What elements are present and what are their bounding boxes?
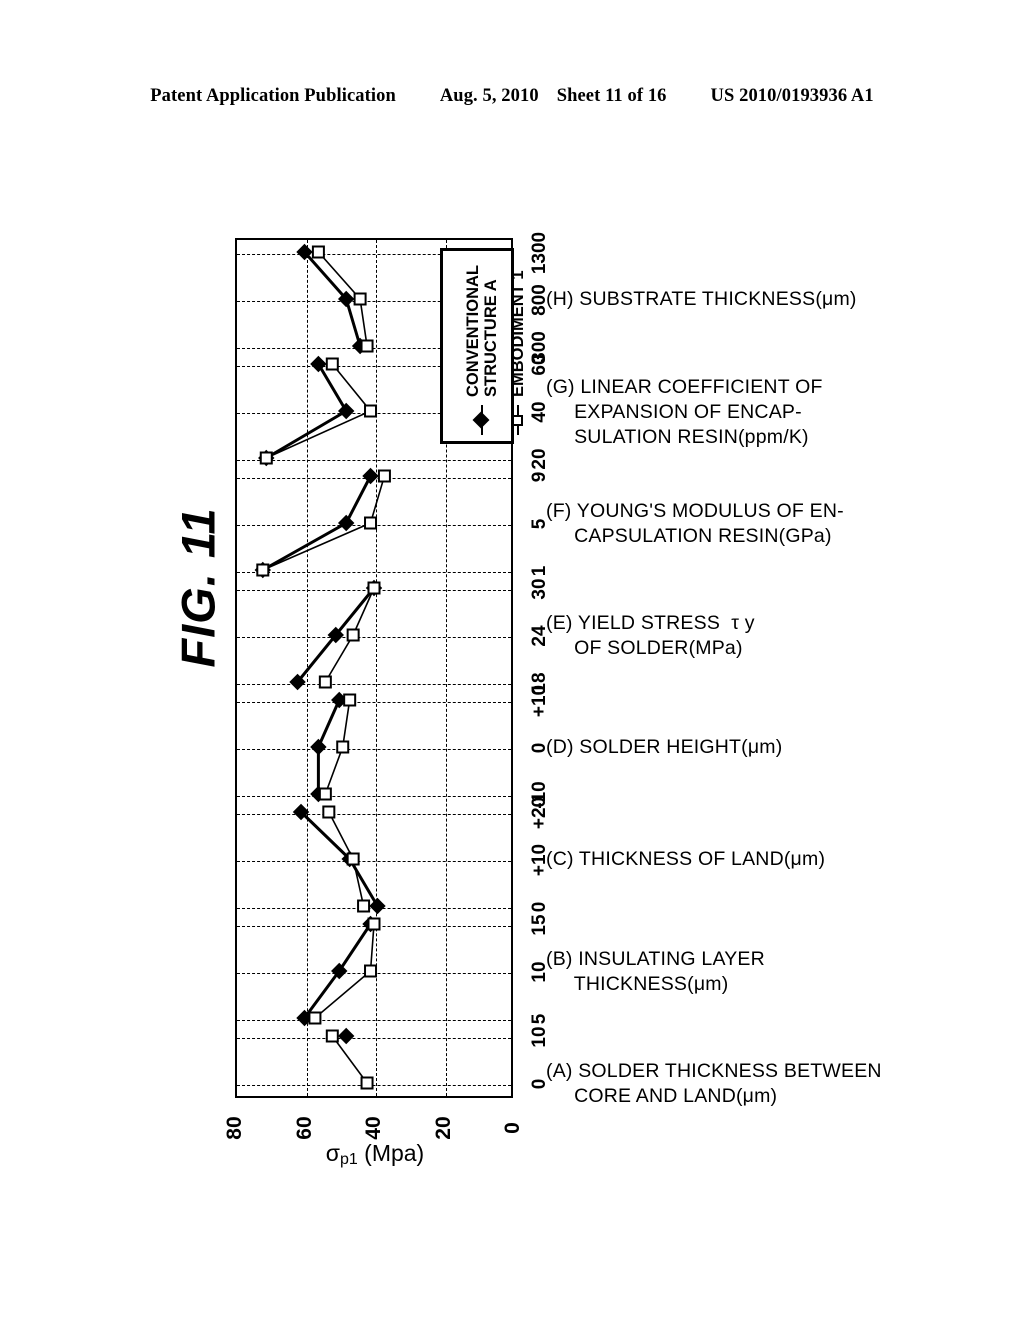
category-gridline (237, 637, 511, 638)
value-axis-label: σp1 (Mpa) (230, 1140, 520, 1169)
category-gridline (237, 702, 511, 703)
legend-entry-embodiment: EMBODIMENT 1 (501, 241, 535, 437)
chart-legend: CONVENTIONAL STRUCTURE A EMBODIMENT 1 (440, 248, 527, 444)
caption-line: EXPANSION OF ENCAP- (546, 401, 802, 423)
group-caption-b: (B) INSULATING LAYER THICKNESS(μm) (546, 947, 765, 997)
category-gridline (237, 1020, 511, 1021)
caption-line: CAPSULATION RESIN(GPa) (546, 525, 832, 547)
caption-line: (A) SOLDER THICKNESS BETWEEN (546, 1060, 882, 1082)
caption-line: CORE AND LAND(μm) (546, 1085, 778, 1107)
group-caption-a: (A) SOLDER THICKNESS BETWEEN CORE AND LA… (546, 1059, 882, 1109)
category-tick-e: 18 (529, 672, 550, 694)
category-gridline (237, 926, 511, 927)
sigma-symbol: σ (325, 1140, 340, 1166)
caption-line: OF SOLDER(MPa) (546, 637, 743, 659)
caption-line: (D) SOLDER HEIGHT(μm) (546, 736, 783, 758)
category-tick-f: 1 (529, 565, 550, 577)
category-gridline (237, 478, 511, 479)
group-caption-e: (E) YIELD STRESS τ y OF SOLDER(MPa) (546, 611, 755, 661)
group-caption-f: (F) YOUNG'S MODULUS OF EN- CAPSULATION R… (546, 499, 844, 549)
category-gridline (237, 572, 511, 573)
caption-line: (B) INSULATING LAYER (546, 948, 765, 970)
group-caption-d: (D) SOLDER HEIGHT(μm) (546, 735, 782, 760)
value-gridline (376, 240, 377, 1096)
caption-line: SULATION RESIN(ppm/K) (546, 426, 809, 448)
caption-line: (G) LINEAR COEFFICIENT OF (546, 376, 823, 398)
category-gridline (237, 908, 511, 909)
caption-line: (E) YIELD STRESS τ y (546, 612, 755, 634)
category-gridline (237, 1085, 511, 1086)
category-tick-c: 0 (529, 901, 550, 913)
sigma-subscript: p1 (339, 1151, 358, 1168)
group-caption-g: (G) LINEAR COEFFICIENT OF EXPANSION OF E… (546, 375, 823, 450)
category-gridline (237, 590, 511, 591)
category-gridline (237, 684, 511, 685)
group-caption-h: (H) SUBSTRATE THICKNESS(μm) (546, 287, 857, 312)
header-sheet: Sheet 11 of 16 (556, 86, 667, 106)
group-caption-c: (C) THICKNESS OF LAND(μm) (546, 847, 825, 872)
header-publication: Patent Application Publication (150, 86, 396, 106)
category-gridline (237, 796, 511, 797)
caption-line: (C) THICKNESS OF LAND(μm) (546, 848, 826, 870)
legend-label-conventional: CONVENTIONAL STRUCTURE A (464, 265, 500, 397)
category-tick-b: 5 (529, 1013, 550, 1025)
category-tick-d: -10 (529, 781, 550, 809)
header-date: Aug. 5, 2010 (439, 86, 539, 106)
caption-line: (F) YOUNG'S MODULUS OF EN- (546, 500, 844, 522)
category-gridline (237, 814, 511, 815)
figure-number: FIG. 11 (171, 507, 225, 668)
header-document-number: US 2010/0193936 A1 (710, 86, 874, 106)
open-square-icon (508, 403, 528, 437)
category-gridline (237, 749, 511, 750)
legend-entry-conventional: CONVENTIONAL STRUCTURE A (464, 241, 500, 437)
sigma-unit: (Mpa) (364, 1140, 425, 1166)
page-header: Patent Application Publication Aug. 5, 2… (0, 86, 1024, 107)
legend-label-embodiment: EMBODIMENT 1 (509, 270, 527, 397)
category-gridline (237, 973, 511, 974)
category-gridline (237, 525, 511, 526)
caption-line: THICKNESS(μm) (546, 973, 729, 995)
value-gridline (306, 240, 308, 1096)
category-gridline (237, 861, 511, 862)
caption-line: (H) SUBSTRATE THICKNESS(μm) (546, 288, 857, 310)
filled-diamond-icon (472, 403, 492, 437)
category-gridline (237, 1038, 511, 1039)
category-gridline (237, 460, 511, 461)
